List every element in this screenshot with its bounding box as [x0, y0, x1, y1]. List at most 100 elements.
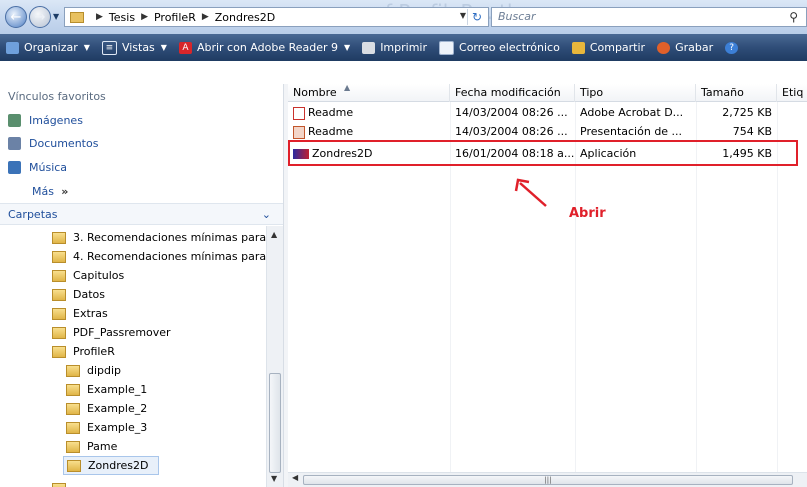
share-button[interactable]: Compartir: [566, 41, 651, 54]
folder-icon: [66, 364, 80, 377]
tree-item-label: Example_3: [87, 421, 148, 434]
column-header-label: Nombre: [293, 86, 337, 99]
folder-icon: [66, 440, 80, 453]
chevron-down-icon: ▼: [83, 43, 90, 52]
file-row[interactable]: Readme 14/03/2004 08:26 ... Adobe Acroba…: [288, 103, 777, 122]
tree-item-example-3[interactable]: Example_3: [66, 418, 147, 437]
print-label: Imprimir: [380, 41, 428, 54]
views-icon: ≡: [101, 40, 117, 55]
column-header-label: Etiq: [782, 86, 804, 99]
chevron-right-icon[interactable]: ▶: [202, 12, 209, 22]
file-size: 754 KB: [732, 125, 772, 138]
file-list-hscrollbar[interactable]: ◀ |||: [288, 472, 807, 487]
column-header-name[interactable]: ▲ Nombre: [288, 84, 450, 102]
tree-item-recomendaciones-4[interactable]: 4. Recomendaciones mínimas para: [52, 247, 266, 266]
favorite-link-music[interactable]: Música: [8, 161, 67, 174]
burn-button[interactable]: Grabar: [651, 41, 719, 54]
tree-item-example-2[interactable]: Example_2: [66, 399, 147, 418]
organize-label: Organizar: [24, 41, 78, 54]
column-header-date[interactable]: Fecha modificación: [450, 84, 575, 102]
file-type: Presentación de ...: [580, 125, 683, 138]
tree-item-pame[interactable]: Pame: [66, 437, 117, 456]
chevron-right-icon[interactable]: ▶: [96, 12, 103, 22]
organize-icon: [6, 41, 19, 54]
tree-item-pdf-passremover[interactable]: PDF_Passremover: [52, 323, 171, 342]
refresh-button[interactable]: ↻: [467, 9, 486, 25]
share-label: Compartir: [589, 41, 646, 54]
file-type: Adobe Acrobat D...: [580, 106, 684, 119]
folder-icon: [66, 421, 80, 434]
favorite-label: Música: [29, 161, 68, 174]
tree-item-extras[interactable]: Extras: [52, 304, 108, 323]
scroll-thumb[interactable]: [269, 373, 281, 473]
pdf-file-icon: [293, 106, 305, 120]
breadcrumb-item-profiler[interactable]: ProfileR: [154, 11, 196, 24]
folder-icon: [52, 345, 66, 358]
search-icon[interactable]: ⚲: [789, 8, 798, 26]
folder-icon: [66, 383, 80, 396]
folder-icon: [52, 307, 66, 320]
help-button[interactable]: ?: [719, 41, 749, 54]
column-header-size[interactable]: Tamaño: [696, 84, 777, 102]
column-header-type[interactable]: Tipo: [575, 84, 696, 102]
file-size: 2,725 KB: [722, 106, 772, 119]
tree-item-datos[interactable]: Datos: [52, 285, 105, 304]
organize-button[interactable]: Organizar ▼: [0, 41, 96, 54]
folder-icon: [66, 402, 80, 415]
folder-icon: [67, 459, 81, 472]
tree-item-label: Pame: [87, 440, 118, 453]
favorite-label: Imágenes: [29, 114, 83, 127]
tree-item-capitulos[interactable]: Capitulos: [52, 266, 124, 285]
print-button[interactable]: Imprimir: [356, 41, 433, 54]
email-button[interactable]: Correo electrónico: [433, 40, 566, 55]
tree-item-label: dipdip: [87, 364, 122, 377]
folders-header[interactable]: Carpetas ⌄: [0, 203, 283, 225]
tree-item-label: Extras: [73, 307, 108, 320]
folder-icon: [70, 11, 84, 23]
tree-item-example-1[interactable]: Example_1: [66, 380, 147, 399]
scroll-down-icon[interactable]: ▼: [271, 474, 277, 483]
email-icon: [439, 40, 455, 55]
open-with-adobe-button[interactable]: A Abrir con Adobe Reader 9 ▼: [173, 41, 356, 54]
music-icon: [8, 161, 21, 174]
forward-button[interactable]: →: [29, 6, 51, 28]
tree-item-label: PDF_Passremover: [73, 326, 171, 339]
tree-item-partial[interactable]: [52, 479, 73, 487]
favorite-link-documents[interactable]: Documentos: [8, 137, 98, 150]
tree-item-dipdip[interactable]: dipdip: [66, 361, 121, 380]
breadcrumb-item-tesis[interactable]: Tesis: [109, 11, 135, 24]
folders-header-label: Carpetas: [8, 207, 58, 221]
views-button[interactable]: ≡ Vistas ▼: [96, 40, 173, 55]
views-label: Vistas: [121, 41, 155, 54]
tree-item-label: Example_1: [87, 383, 148, 396]
file-row[interactable]: Readme 14/03/2004 08:26 ... Presentación…: [288, 122, 777, 141]
tree-item-label: 4. Recomendaciones mínimas para: [73, 250, 267, 263]
annotation-label: Abrir: [569, 206, 606, 221]
scroll-left-icon[interactable]: ◀: [292, 473, 298, 482]
column-header-tags[interactable]: Etiq: [777, 84, 807, 102]
breadcrumb[interactable]: ▶ Tesis ▶ ProfileR ▶ Zondres2D ▼ ↻: [64, 7, 489, 27]
scroll-thumb[interactable]: |||: [303, 475, 793, 485]
folder-icon: [52, 482, 66, 487]
file-name-cell: Readme: [288, 103, 450, 122]
search-placeholder: Buscar: [498, 10, 536, 23]
tree-scrollbar[interactable]: ▲ ▼: [266, 226, 283, 487]
more-links-button[interactable]: Más »: [32, 185, 68, 198]
chevron-right-icon[interactable]: ▶: [141, 12, 148, 22]
documents-icon: [8, 137, 21, 150]
tree-item-zondres2d[interactable]: Zondres2D: [63, 456, 160, 475]
favorite-link-pictures[interactable]: Imágenes: [8, 114, 83, 127]
back-button[interactable]: ←: [5, 6, 27, 28]
scroll-up-icon[interactable]: ▲: [271, 230, 277, 239]
breadcrumb-item-zondres2d[interactable]: Zondres2D: [215, 11, 275, 24]
search-input[interactable]: Buscar ⚲: [491, 7, 807, 27]
chevron-down-icon: ▼: [344, 43, 351, 52]
path-dropdown-icon[interactable]: ▼: [460, 11, 466, 20]
history-dropdown-icon[interactable]: ▼: [53, 12, 59, 21]
tree-item-profiler[interactable]: ProfileR: [52, 342, 115, 361]
chevron-down-icon: ▼: [160, 43, 167, 52]
tree-item-recomendaciones-3[interactable]: 3. Recomendaciones mínimas para: [52, 228, 266, 247]
command-bar: Organizar ▼ ≡ Vistas ▼ A Abrir con Adobe…: [0, 34, 807, 61]
help-icon: ?: [725, 41, 739, 54]
folder-icon: [52, 288, 66, 301]
